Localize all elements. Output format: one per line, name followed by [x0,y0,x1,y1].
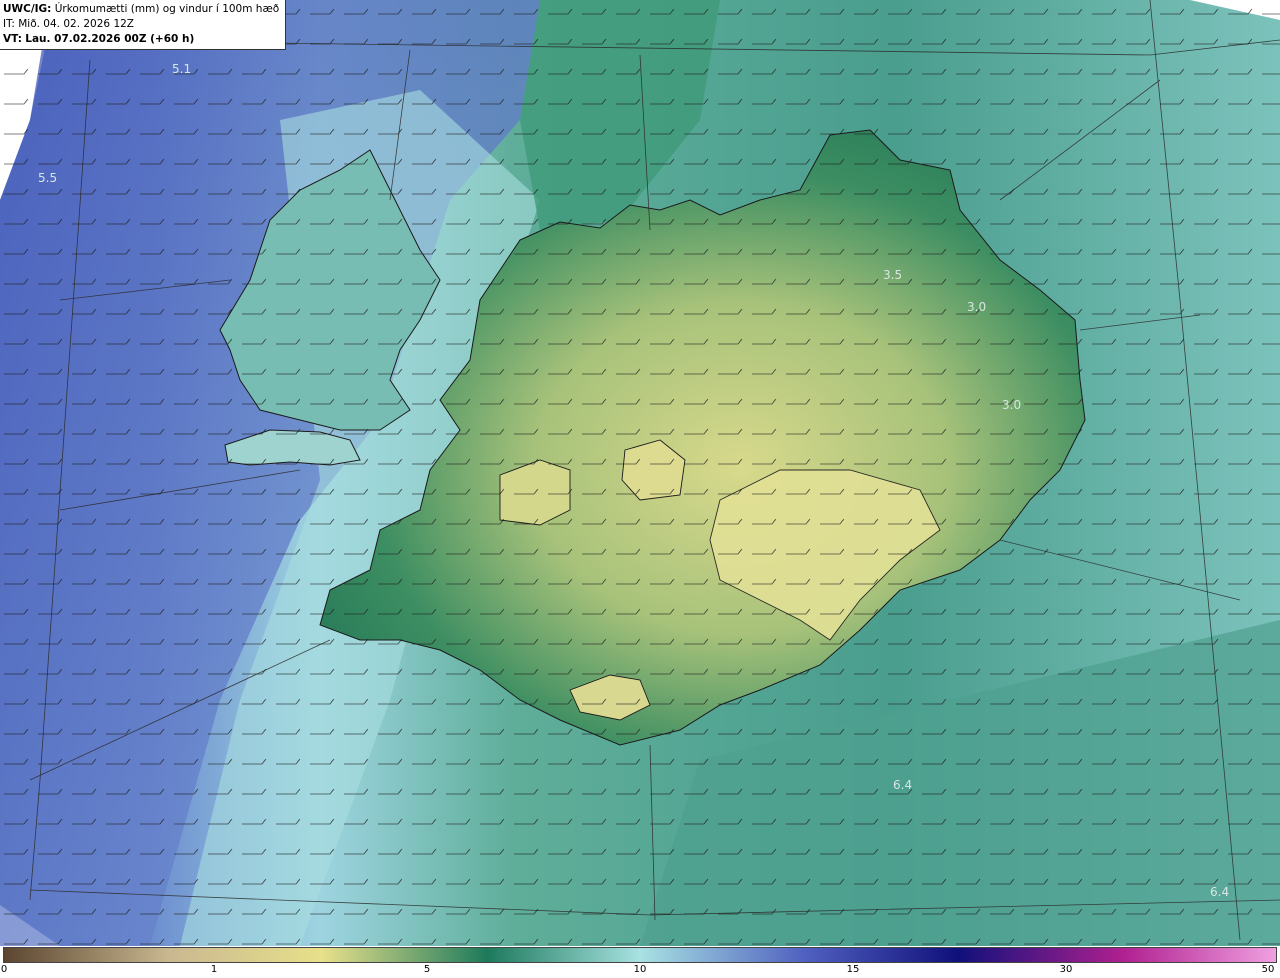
colorbar-tick-1: 1 [210,964,218,975]
label-3-0-b: 3.0 [1002,398,1022,412]
map-title: Úrkomumætti (mm) og vindur í 100m hæð [54,3,280,15]
label-6-4-a: 6.4 [893,778,913,792]
label-5-1: 5.1 [172,62,192,76]
colorbar-tick-10: 10 [633,964,647,975]
colorbar-tick-15: 15 [846,964,860,975]
label-3-0-a: 3.0 [967,300,987,314]
label-6-4-b: 6.4 [1210,885,1230,899]
init-time: IT: Mið. 04. 02. 2026 12Z [3,18,134,30]
colorbar-tick-0: 0 [0,964,8,975]
valid-time: Lau. 07.02.2026 00Z (+60 h) [25,33,195,45]
colorbar-tick-30: 30 [1059,964,1073,975]
map-header: UWC/IG: Úrkomumætti (mm) og vindur í 100… [0,0,287,50]
precipitation-map [0,0,1280,946]
label-3-5: 3.5 [883,268,903,282]
label-5-5: 5.5 [38,171,58,185]
colorbar-tick-5: 5 [423,964,431,975]
wind-barbs-overlay [0,0,1280,946]
forecast-map-view: UWC/IG: Úrkomumætti (mm) og vindur í 100… [0,0,1280,978]
valid-time-label: VT: [3,33,22,45]
colorbar-tick-50: 50 [1261,964,1275,975]
colorbar: 0 1 5 10 15 30 50 [0,946,1280,978]
colorbar-strip [3,947,1277,963]
model-name: UWC/IG: [3,3,52,15]
